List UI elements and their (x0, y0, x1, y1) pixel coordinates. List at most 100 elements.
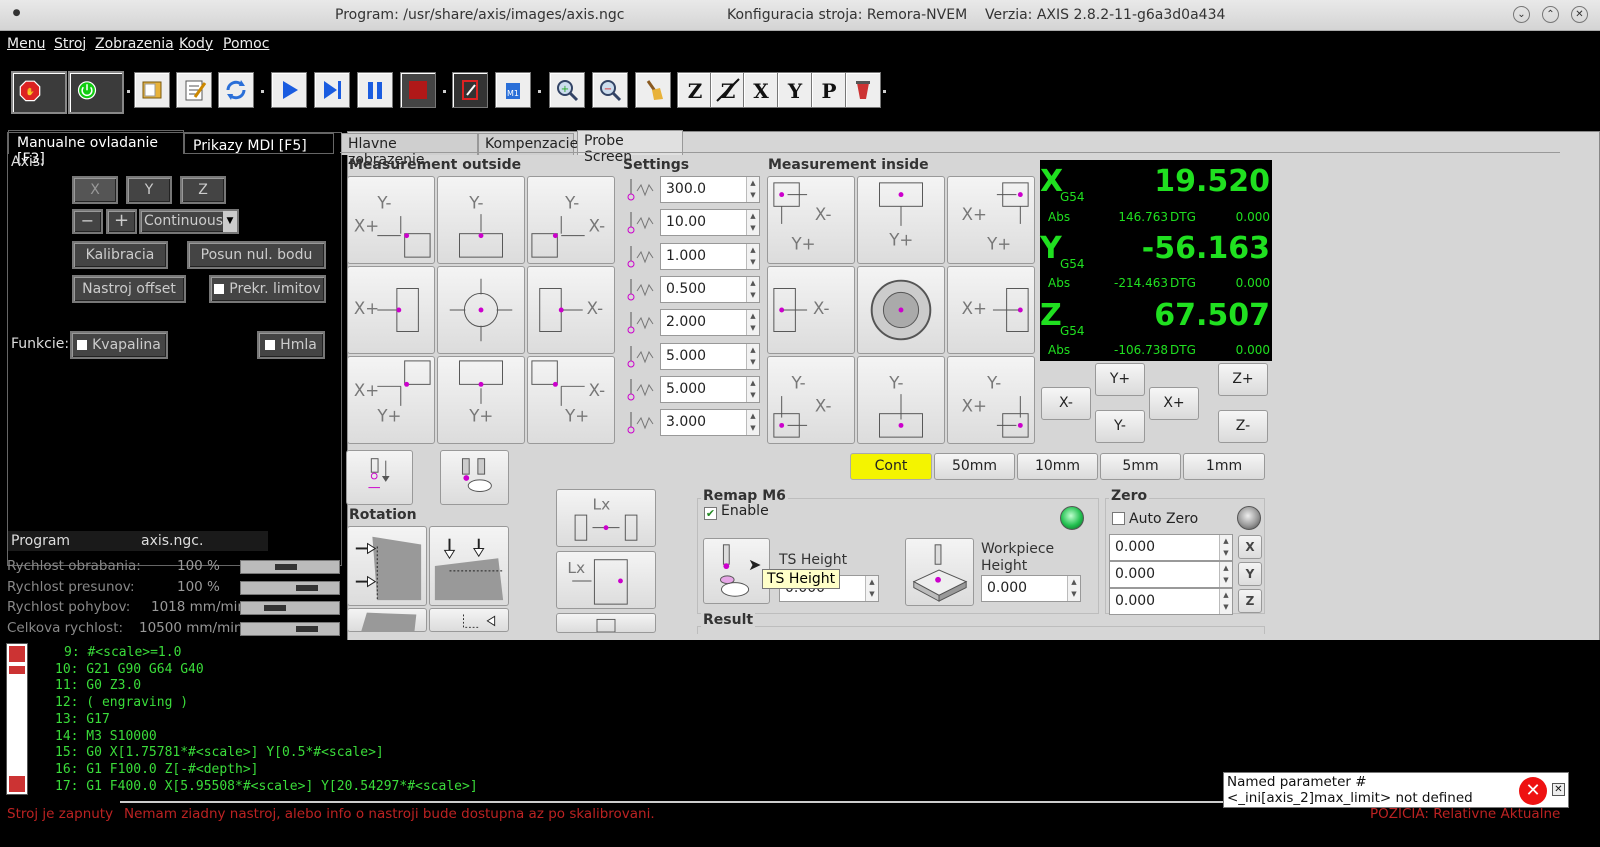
gcode-line[interactable]: 12: ( engraving ) (55, 695, 188, 710)
machine-power-button[interactable] (68, 71, 124, 114)
pause-button[interactable] (357, 72, 393, 108)
outside-xplus-yplus-button[interactable]: X+ Y+ (347, 356, 435, 444)
spin-arrows-icon[interactable]: ▲ ▼ (746, 177, 759, 202)
outside-xminus-button[interactable]: X- (527, 266, 615, 354)
settings-input-6[interactable]: 5.000 ▲ ▼ (660, 375, 760, 403)
toggle-plot-button[interactable] (845, 72, 881, 108)
spin-arrows-icon[interactable]: ▲ ▼ (1219, 535, 1232, 560)
tab-mdi[interactable]: Prikazy MDI [F5] (184, 133, 334, 154)
inside-xplus-yminus-button[interactable]: Y- X+ (947, 356, 1035, 444)
reload-button[interactable] (218, 72, 254, 108)
gcode-scrollbar[interactable] (6, 643, 28, 795)
spin-arrows-icon[interactable]: ▲ ▼ (1067, 576, 1080, 601)
window-menu-icon[interactable]: ● (8, 6, 25, 23)
scroll-up-icon[interactable] (9, 646, 25, 662)
jog-plus-button[interactable]: + (106, 209, 137, 234)
zoom-out-button[interactable]: − (592, 72, 628, 108)
step-5mm-button[interactable]: 5mm (1100, 453, 1181, 480)
step-50mm-button[interactable]: 50mm (934, 453, 1015, 480)
view-p-button[interactable]: P (811, 72, 847, 108)
gcode-line[interactable]: 10: G21 G90 G64 G40 (55, 662, 204, 677)
jog-x-minus-button[interactable]: X- (1041, 387, 1091, 420)
outside-xplus-button[interactable]: X+ (347, 266, 435, 354)
menu-stroj[interactable]: Stroj (54, 36, 86, 52)
scroll-thumb[interactable] (9, 666, 25, 674)
spin-arrows-icon[interactable]: ▲ ▼ (865, 576, 878, 601)
settings-input-7[interactable]: 3.000 ▲ ▼ (660, 409, 760, 437)
maximize-icon[interactable]: ⌃ (1542, 6, 1559, 23)
view-y-button[interactable]: Y (777, 72, 813, 108)
gcode-line[interactable]: 13: G17 (55, 712, 110, 727)
inside-xminus-yminus-button[interactable]: Y- X- (767, 356, 855, 444)
optional-stop-button[interactable]: M1 (495, 72, 531, 108)
menu-kody[interactable]: Kody (179, 36, 213, 52)
enable-checkbox[interactable]: ✔ Enable (704, 503, 769, 520)
view-x-button[interactable]: X (743, 72, 779, 108)
open-file-button[interactable] (134, 72, 170, 108)
spin-arrows-icon[interactable]: ▲ ▼ (746, 210, 759, 236)
spin-arrows-icon[interactable]: ▲ ▼ (1219, 562, 1232, 587)
inside-yplus-button[interactable]: Y+ (857, 176, 945, 264)
step-cont-button[interactable]: Cont (850, 453, 932, 480)
inside-xminus-yplus-button[interactable]: X- Y+ (767, 176, 855, 264)
dismiss-error-icon[interactable]: ✕ (1552, 783, 1565, 796)
settings-input-2[interactable]: 1.000 ▲ ▼ (660, 242, 760, 270)
outside-yplus-button[interactable]: Y+ (437, 356, 525, 444)
close-icon[interactable]: ✕ (1571, 6, 1588, 23)
axis-x-radio[interactable]: X (72, 176, 118, 204)
auto-zero-checkbox[interactable]: Auto Zero (1112, 511, 1198, 527)
rotation-edge-x-button[interactable] (347, 526, 427, 606)
outside-center-button[interactable] (437, 266, 525, 354)
spin-arrows-icon[interactable]: ▲ ▼ (746, 410, 759, 436)
scroll-down-icon[interactable] (9, 776, 25, 792)
rotation-corner-b-button[interactable] (429, 608, 509, 632)
zero-x-input[interactable]: 0.000 ▲ ▼ (1109, 534, 1233, 561)
settings-input-5[interactable]: 5.000 ▲ ▼ (660, 342, 760, 370)
length-x-outside-button[interactable]: Lx (556, 489, 656, 547)
inside-xplus-yplus-button[interactable]: X+ Y+ (947, 176, 1035, 264)
inside-center-button[interactable] (857, 266, 945, 354)
rotation-corner-a-button[interactable] (347, 608, 427, 632)
estop-button[interactable]: ✋ (11, 71, 67, 114)
zero-z-input[interactable]: 0.000 ▲ ▼ (1109, 588, 1233, 615)
max-velocity-slider[interactable] (240, 622, 340, 636)
zero-y-input[interactable]: 0.000 ▲ ▼ (1109, 561, 1233, 588)
spin-arrows-icon[interactable]: ▲ ▼ (746, 343, 759, 369)
rotation-edge-y-button[interactable] (429, 526, 509, 606)
calibration-button[interactable]: Kalibracia (72, 241, 168, 269)
outside-yminus-button[interactable]: Y- (437, 176, 525, 264)
block-delete-button[interactable] (452, 72, 488, 108)
menu-menu[interactable]: Menu (7, 36, 45, 52)
gcode-line[interactable]: 15: G0 X[1.75781*#<scale>] Y[0.5*#<scale… (55, 745, 384, 760)
settings-input-3[interactable]: 0.500 ▲ ▼ (660, 275, 760, 303)
inside-xminus-button[interactable]: X- (767, 266, 855, 354)
tool-measure-button[interactable] (440, 450, 509, 505)
feed-override-slider[interactable] (240, 560, 340, 574)
step-1mm-button[interactable]: 1mm (1183, 453, 1265, 480)
outside-xminus-yplus-button[interactable]: X- Y+ (527, 356, 615, 444)
stop-button[interactable] (400, 72, 436, 108)
jog-z-minus-button[interactable]: Z- (1218, 410, 1268, 443)
spin-arrows-icon[interactable]: ▲ ▼ (746, 276, 759, 302)
gcode-line[interactable]: 9: #<scale>=1.0 (64, 645, 181, 660)
length-y-button[interactable] (556, 613, 656, 633)
menu-zobrazenia[interactable]: Zobrazenia (95, 36, 174, 52)
zoom-in-button[interactable]: + (549, 72, 585, 108)
gcode-line[interactable]: 14: M3 S10000 (55, 729, 157, 744)
jog-z-plus-button[interactable]: Z+ (1218, 363, 1268, 396)
override-limits-checkbox[interactable]: Prekr. limitov (209, 275, 326, 303)
gcode-line[interactable]: 11: G0 Z3.0 (55, 678, 141, 693)
jog-minus-button[interactable]: − (72, 209, 103, 234)
rapid-override-slider[interactable] (240, 581, 340, 595)
jog-x-plus-button[interactable]: X+ (1149, 387, 1199, 420)
settings-input-0[interactable]: 300.0 ▲ ▼ (660, 176, 760, 203)
jog-speed-slider[interactable] (240, 601, 340, 615)
menu-pomoc[interactable]: Pomoc (223, 36, 269, 52)
inside-yminus-button[interactable]: Y- (857, 356, 945, 444)
outside-xplus-yminus-button[interactable]: Y- X+ (347, 176, 435, 264)
jog-y-plus-button[interactable]: Y+ (1095, 363, 1145, 396)
settings-input-1[interactable]: 10.00 ▲ ▼ (660, 209, 760, 237)
workpiece-height-button[interactable] (905, 538, 974, 606)
spin-arrows-icon[interactable]: ▲ ▼ (746, 310, 759, 336)
length-x-inside-button[interactable]: Lx (556, 551, 656, 609)
